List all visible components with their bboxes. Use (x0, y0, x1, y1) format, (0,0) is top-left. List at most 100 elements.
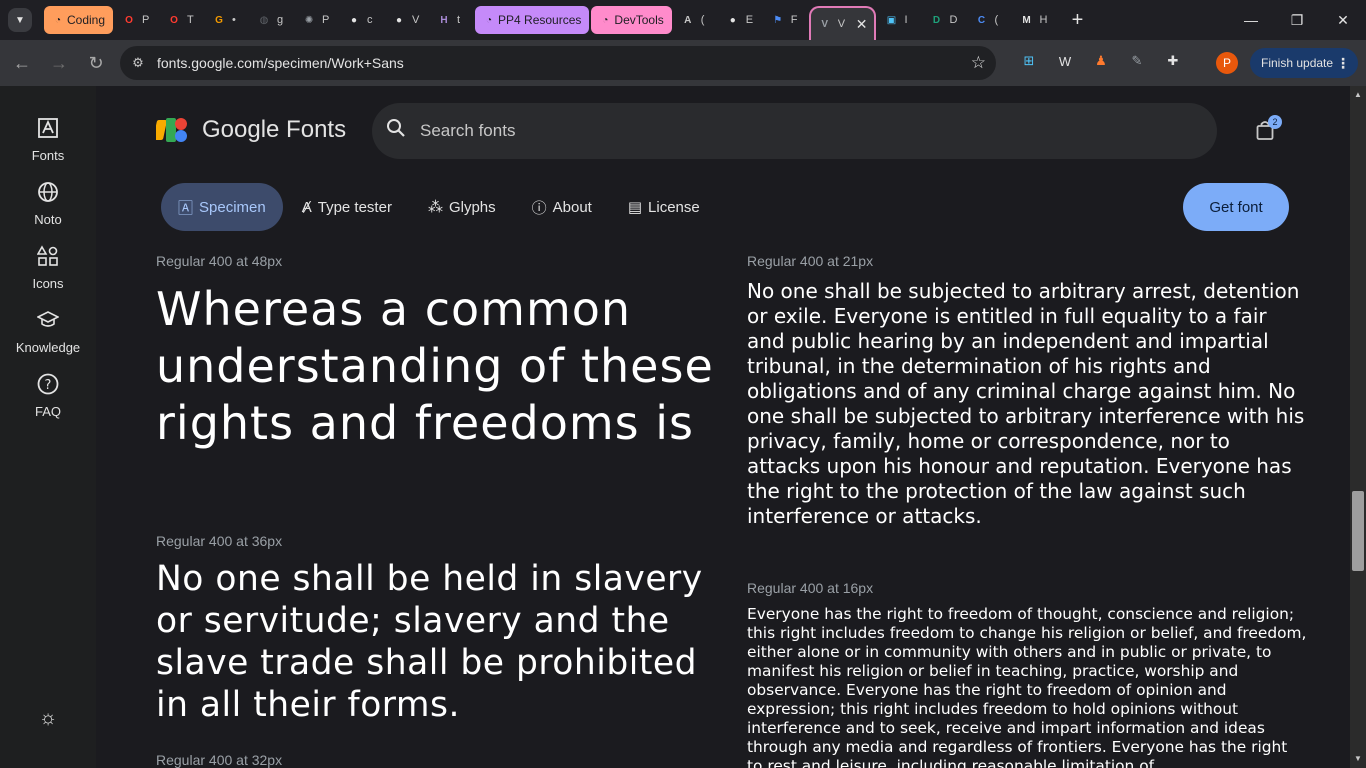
tab-glyphs[interactable]: ⁂ Glyphs (411, 183, 513, 231)
get-font-button[interactable]: Get font (1183, 183, 1289, 231)
extension-pawn-icon[interactable]: ♟ (1088, 48, 1114, 74)
browser-tab[interactable]: ● E (719, 6, 762, 34)
close-icon: ✕ (1337, 11, 1349, 28)
close-window-button[interactable]: ✕ (1320, 0, 1366, 40)
selected-families-button[interactable]: 2 (1256, 115, 1282, 142)
bag-count-badge: 2 (1268, 115, 1282, 129)
extension-w-icon[interactable]: W (1052, 48, 1078, 74)
glyphs-icon: ⁂ (427, 199, 443, 216)
bookmark-star-icon[interactable]: ☆ (971, 53, 986, 73)
specimen-text-21[interactable]: No one shall be subjected to arbitrary a… (747, 279, 1307, 529)
browser-tab[interactable]: MH (1013, 6, 1056, 34)
scrollbar-thumb[interactable] (1352, 491, 1364, 571)
rail-item-faq[interactable]: ? FAQ (0, 372, 96, 419)
tab-group[interactable]: ◔ Coding (44, 6, 114, 34)
tab-title: I (904, 14, 908, 26)
rail-item-fonts[interactable]: Fonts (0, 116, 96, 163)
minimize-button[interactable]: — (1228, 0, 1274, 40)
arrow-right-icon: → (50, 52, 68, 73)
forward-button[interactable]: → (42, 46, 76, 80)
tab-title: V (412, 14, 420, 26)
extension-pen-icon[interactable]: ✎ (1124, 48, 1150, 74)
browser-tab[interactable]: ● c (340, 6, 383, 34)
restore-button[interactable]: ❐ (1274, 0, 1320, 40)
site-settings-icon[interactable]: ⚙ (122, 55, 154, 71)
tab-title: t (457, 14, 461, 26)
back-button[interactable]: ← (5, 46, 39, 80)
page-scrollbar[interactable]: ▲ ▼ (1350, 86, 1366, 768)
opera-icon: O (125, 14, 133, 26)
specimen-text-36[interactable]: No one shall be held in slavery or servi… (156, 558, 716, 726)
license-icon: ▤ (627, 199, 643, 216)
finish-update-label: Finish update (1261, 56, 1334, 70)
tab-label: Type tester (317, 198, 392, 216)
browser-tab[interactable]: C( (968, 6, 1011, 34)
github-icon: ● (351, 14, 358, 26)
close-tab-icon[interactable]: ✕ (856, 16, 868, 33)
browser-tab[interactable]: A( (674, 6, 717, 34)
tab-license[interactable]: ▤ License (611, 183, 717, 231)
finish-update-button[interactable]: Finish update ⋮ (1250, 48, 1358, 78)
browser-tab[interactable]: ● V (385, 6, 428, 34)
extensions-puzzle-icon[interactable]: ✚ (1160, 48, 1186, 74)
screen-icon: ▣ (886, 14, 897, 26)
specimen-label-48: Regular 400 at 48px (156, 253, 283, 269)
scroll-down-arrow-icon[interactable]: ▼ (1353, 754, 1363, 764)
rail-item-knowledge[interactable]: Knowledge (0, 308, 96, 355)
github-icon: ● (396, 14, 403, 26)
tab-group-icon: ◔ (486, 14, 493, 26)
browser-toolbar: ← → ↻ ⚙ fonts.google.com/specimen/Work+S… (0, 40, 1366, 86)
address-bar[interactable]: ⚙ fonts.google.com/specimen/Work+Sans ☆ (120, 46, 996, 80)
browser-tab[interactable]: OT (160, 6, 203, 34)
tab-label: Glyphs (448, 198, 496, 216)
specimen-label-16: Regular 400 at 16px (747, 580, 874, 596)
tab-specimen[interactable]: 🄰 Specimen (161, 183, 283, 231)
specimen-text-16[interactable]: Everyone has the right to freedom of tho… (747, 605, 1307, 768)
rail-item-label: FAQ (34, 404, 61, 419)
scroll-up-arrow-icon[interactable]: ▲ (1353, 90, 1363, 100)
tab-title: D (949, 14, 958, 26)
tab-group[interactable]: ◔ DevTools (591, 6, 672, 34)
theme-toggle-button[interactable]: ☼ (36, 706, 60, 730)
browser-tab[interactable]: Ht (430, 6, 473, 34)
specimen-text-48[interactable]: Whereas a common understanding of these … (156, 281, 716, 452)
github-icon: ● (729, 14, 736, 26)
tab-title: c (367, 14, 373, 26)
tab-search-button[interactable]: ▼ (8, 8, 32, 32)
specimen-icon: 🄰 (178, 199, 194, 217)
url-text: fonts.google.com/specimen/Work+Sans (157, 55, 404, 71)
main-content: Google Fonts Search fonts 2 🄰 Specimen Ⱥ… (96, 86, 1350, 768)
search-fonts-input[interactable]: Search fonts (372, 103, 1217, 159)
logo-text: Google Fonts (202, 116, 347, 143)
browser-tab[interactable]: DD (923, 6, 966, 34)
new-tab-button[interactable]: + (1064, 6, 1092, 34)
a-icon: A (684, 14, 692, 26)
extension-grid-icon[interactable]: ⊞ (1016, 48, 1042, 74)
browser-tab[interactable]: ◍ g (250, 6, 293, 34)
chevron-down-icon: ▼ (15, 14, 25, 26)
tab-active[interactable]: V V ✕ (808, 6, 876, 40)
tab-type-tester[interactable]: Ⱥ Type tester (285, 183, 409, 231)
tab-label: About (552, 198, 592, 216)
tab-title: DevTools (614, 13, 664, 27)
rail-item-noto[interactable]: Noto (0, 180, 96, 227)
flag-icon: ⚑ (773, 14, 783, 26)
browser-tab[interactable]: G • (205, 6, 248, 34)
browser-tab[interactable]: ▣ I (878, 6, 921, 34)
browser-tab[interactable]: ✺ P (295, 6, 338, 34)
sun-icon: ☼ (38, 706, 58, 729)
tab-about[interactable]: ⓘ About (515, 183, 609, 231)
rail-item-label: Knowledge (15, 340, 81, 355)
tab-title: ( (994, 14, 999, 26)
graduation-cap-icon (36, 308, 60, 332)
c-icon: C (977, 14, 986, 26)
browser-tab[interactable]: OP (115, 6, 158, 34)
rail-item-icons[interactable]: Icons (0, 244, 96, 291)
reload-button[interactable]: ↻ (79, 46, 113, 80)
browser-tab[interactable]: ⚑ F (764, 6, 807, 34)
tab-group[interactable]: ◔ PP4 Resources (475, 6, 590, 34)
tab-title: E (745, 14, 754, 26)
google-fonts-logo[interactable]: Google Fonts (153, 116, 347, 144)
tab-title: g (277, 14, 284, 26)
profile-avatar[interactable]: P (1216, 52, 1238, 74)
